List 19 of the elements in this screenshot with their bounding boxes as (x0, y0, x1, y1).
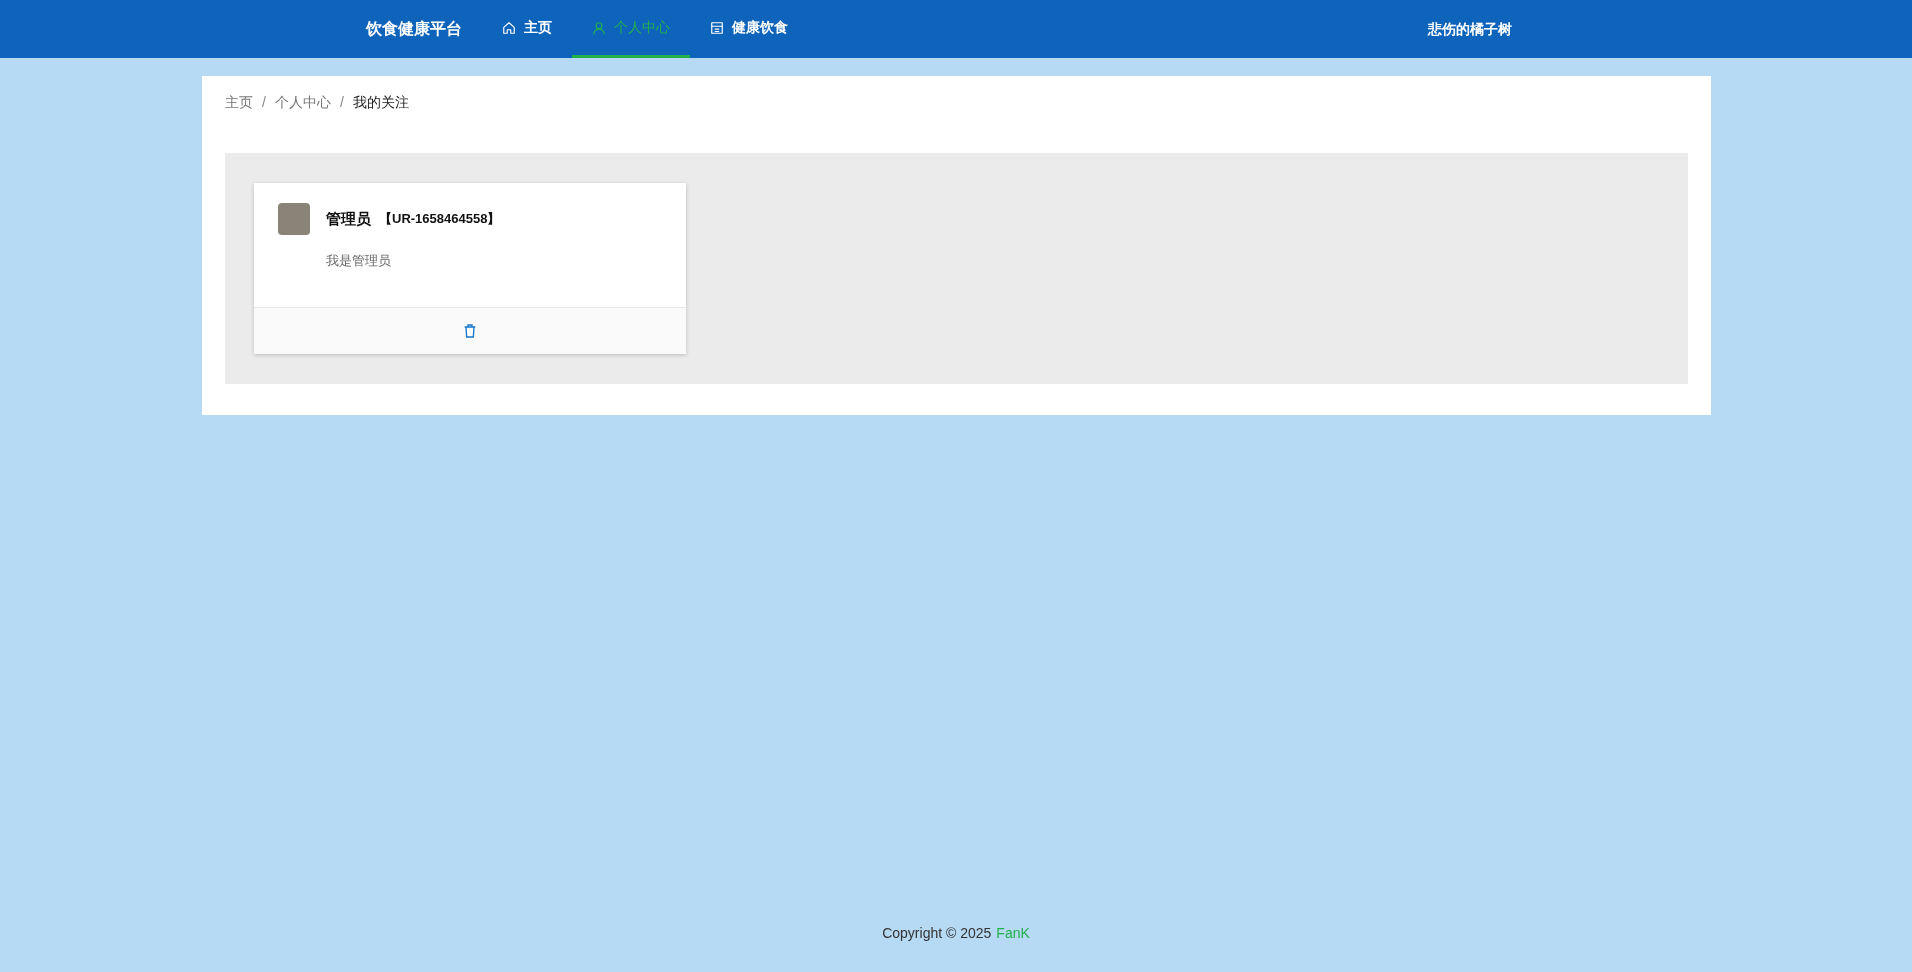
avatar-photo-placeholder (278, 203, 310, 235)
breadcrumb-item[interactable]: 个人中心 (274, 92, 331, 113)
copyright-text: Copyright © 2025 (882, 924, 992, 943)
trash-icon (462, 322, 478, 339)
user-icon (592, 20, 606, 35)
user-name[interactable]: 悲伤的橘子树 (1428, 18, 1512, 40)
breadcrumb-separator: / (339, 93, 344, 112)
breadcrumb-item: 我的关注 (352, 93, 409, 112)
user-code: 【UR-1658464558】 (379, 210, 501, 229)
user-name: 管理员 (326, 208, 371, 229)
nav-tab[interactable]: 主页 (482, 0, 572, 58)
home-icon (502, 20, 516, 35)
delete-button[interactable] (462, 322, 478, 339)
nav-tab[interactable]: 健康饮食 (690, 0, 808, 58)
breadcrumb-item[interactable]: 主页 (225, 92, 253, 113)
breadcrumb-separator: / (262, 93, 266, 112)
shop-icon (710, 20, 724, 35)
user-bio: 我是管理员 (326, 252, 392, 270)
brand-title: 饮食健康平台 (366, 19, 462, 39)
